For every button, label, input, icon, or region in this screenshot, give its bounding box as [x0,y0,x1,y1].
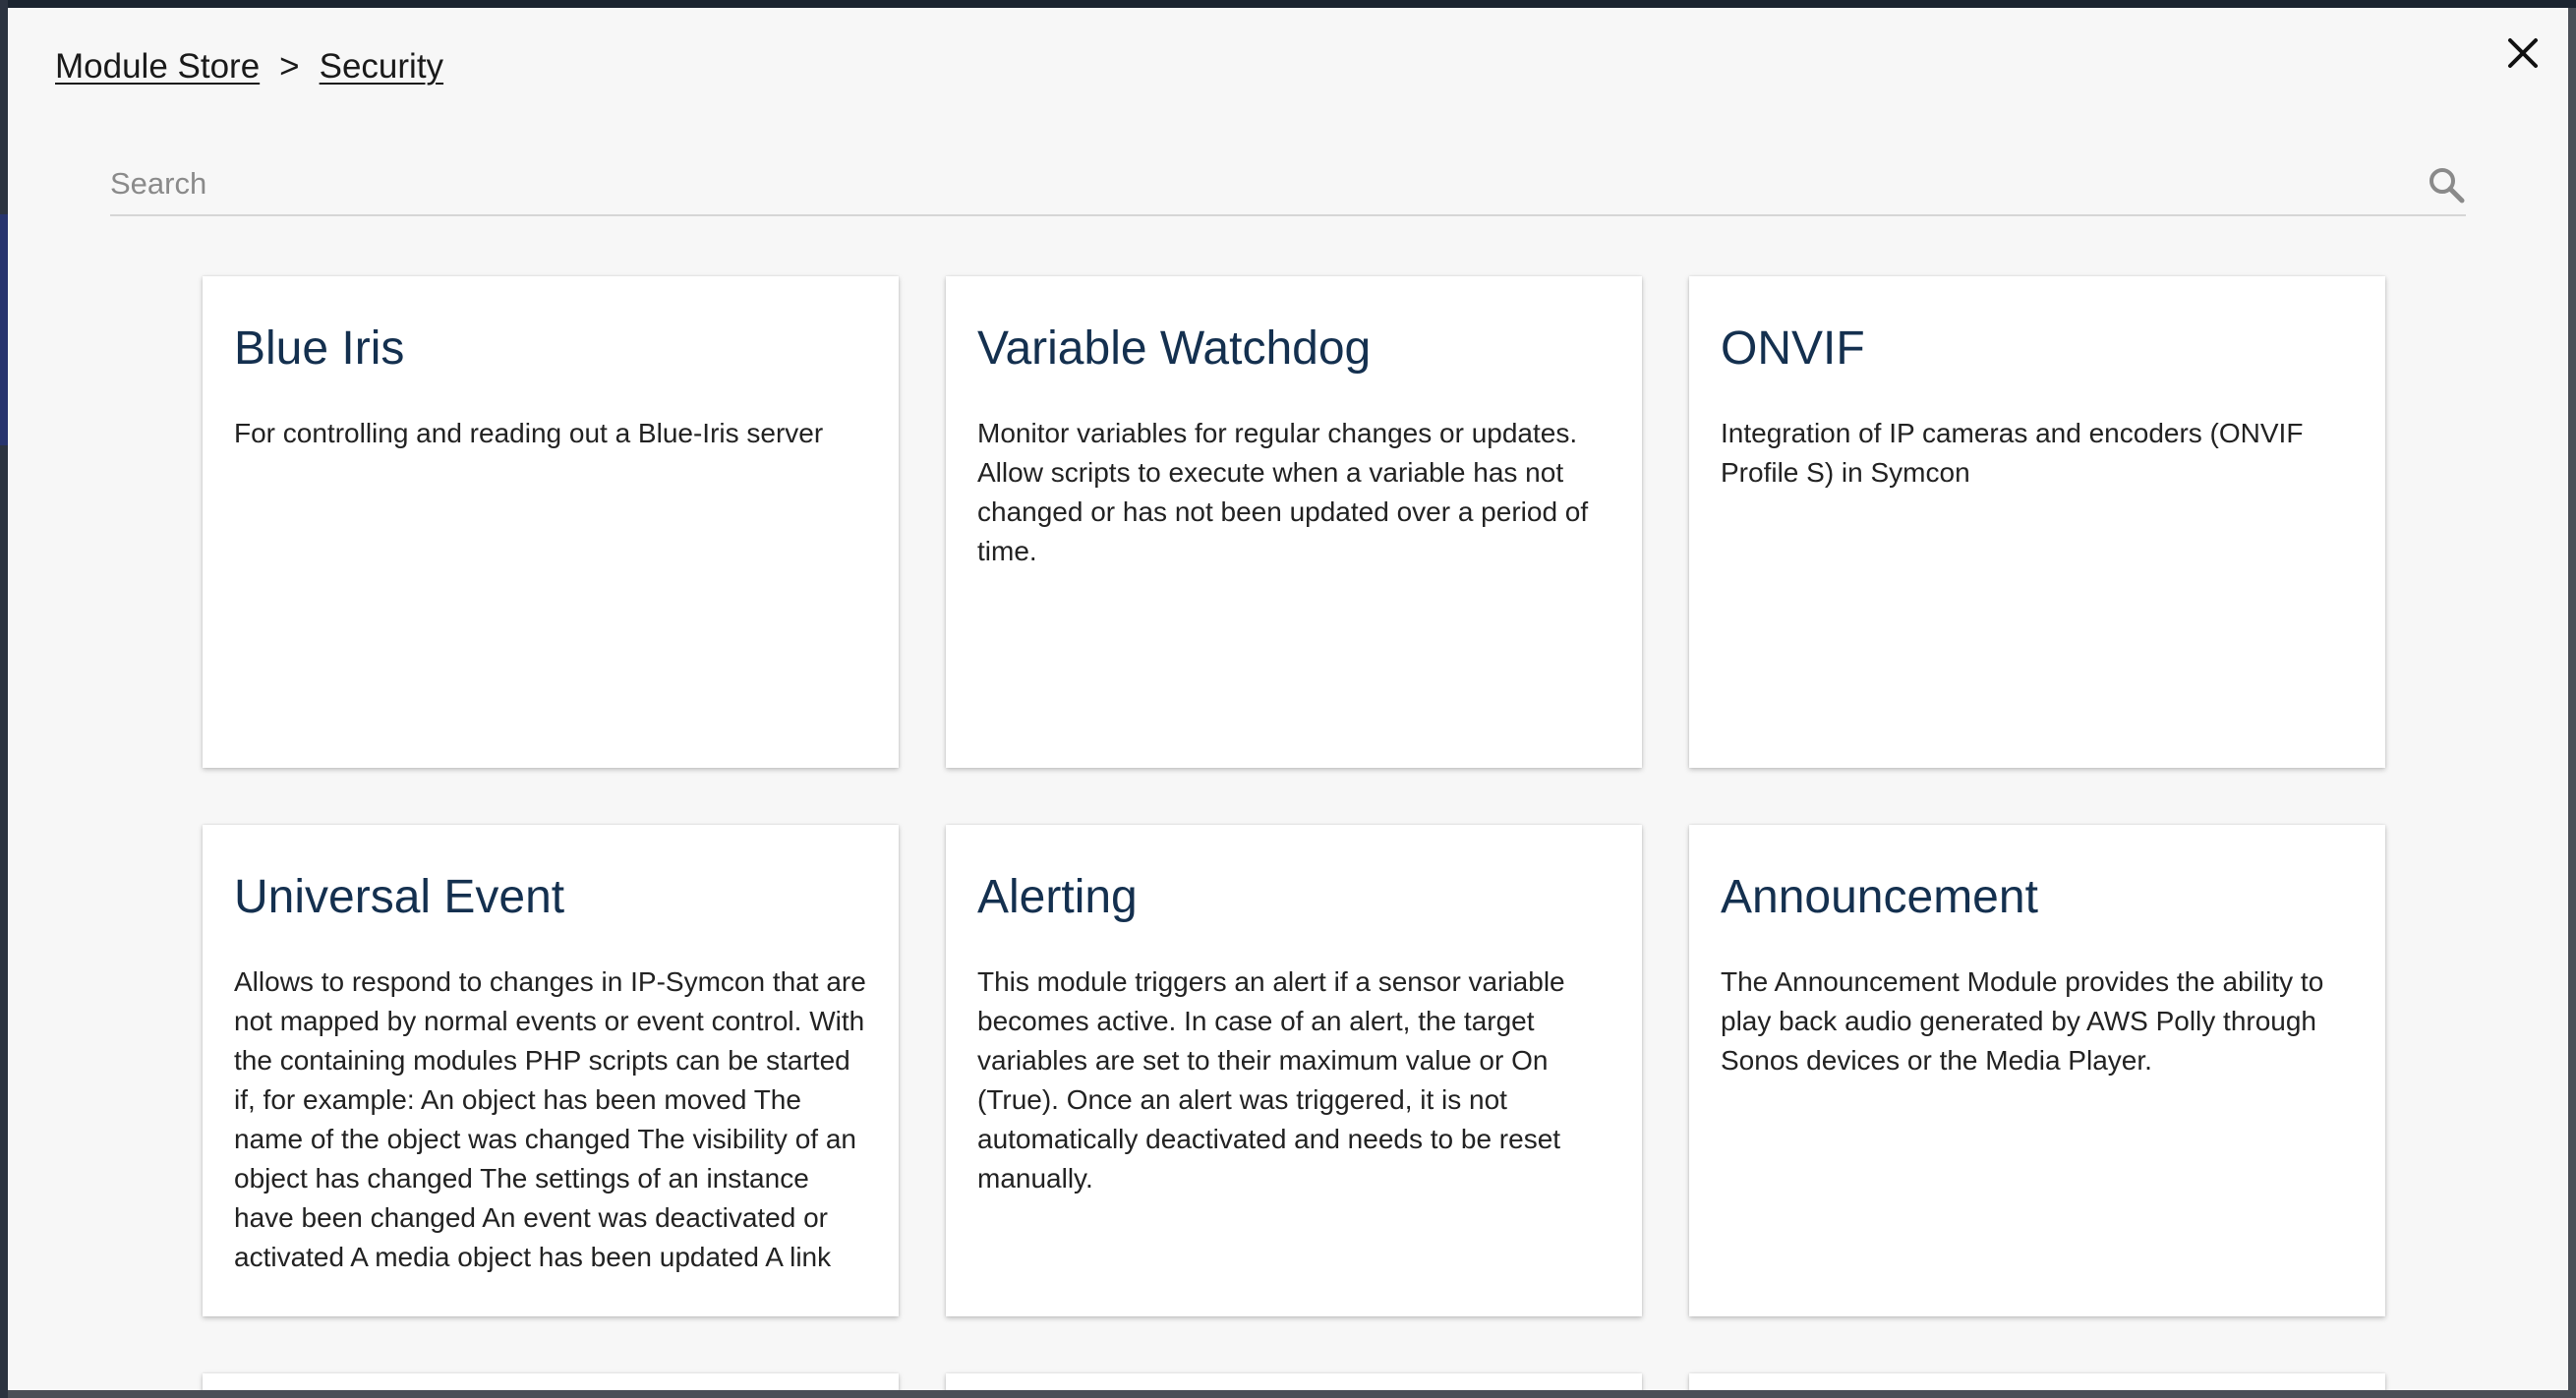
search-icon[interactable] [2427,165,2466,204]
module-card-partial[interactable] [1689,1373,2385,1390]
module-store-dialog: Module Store > Security Blue Iris For co… [8,8,2568,1390]
close-button[interactable] [2501,31,2545,75]
module-title: Alerting [977,871,1138,923]
module-card-alerting[interactable]: Alerting This module triggers an alert i… [946,825,1642,1316]
module-title: Universal Event [234,871,565,923]
breadcrumb-separator: > [279,47,300,86]
module-title: Variable Watchdog [977,322,1372,375]
module-description: The Announcement Module provides the abi… [1721,966,2324,1076]
breadcrumb-security[interactable]: Security [320,47,443,87]
search-bar [110,155,2466,216]
module-card-partial[interactable] [203,1373,899,1390]
close-icon [2508,38,2538,68]
module-card-announcement[interactable]: Announcement The Announcement Module pro… [1689,825,2385,1316]
module-description: Allows to respond to changes in IP-Symco… [234,966,866,1272]
search-input[interactable] [110,155,2371,212]
breadcrumb: Module Store > Security [55,47,443,87]
breadcrumb-module-store[interactable]: Module Store [55,47,260,87]
module-description: For controlling and reading out a Blue-I… [234,418,824,448]
app-background-header [0,0,2576,8]
module-card-universal-event[interactable]: Universal Event Allows to respond to cha… [203,825,899,1316]
module-description: Monitor variables for regular changes or… [977,418,1589,566]
module-description: Integration of IP cameras and encoders (… [1721,418,2304,488]
module-card-partial[interactable] [946,1373,1642,1390]
app-background-sidebar [0,0,8,1398]
module-description: This module triggers an alert if a senso… [977,966,1565,1194]
module-title: Announcement [1721,871,2038,923]
module-title: Blue Iris [234,322,405,375]
module-card-onvif[interactable]: ONVIF Integration of IP cameras and enco… [1689,276,2385,768]
module-card-variable-watchdog[interactable]: Variable Watchdog Monitor variables for … [946,276,1642,768]
app-background-highlight [0,214,8,445]
module-title: ONVIF [1721,322,1865,375]
module-card-blue-iris[interactable]: Blue Iris For controlling and reading ou… [203,276,899,768]
